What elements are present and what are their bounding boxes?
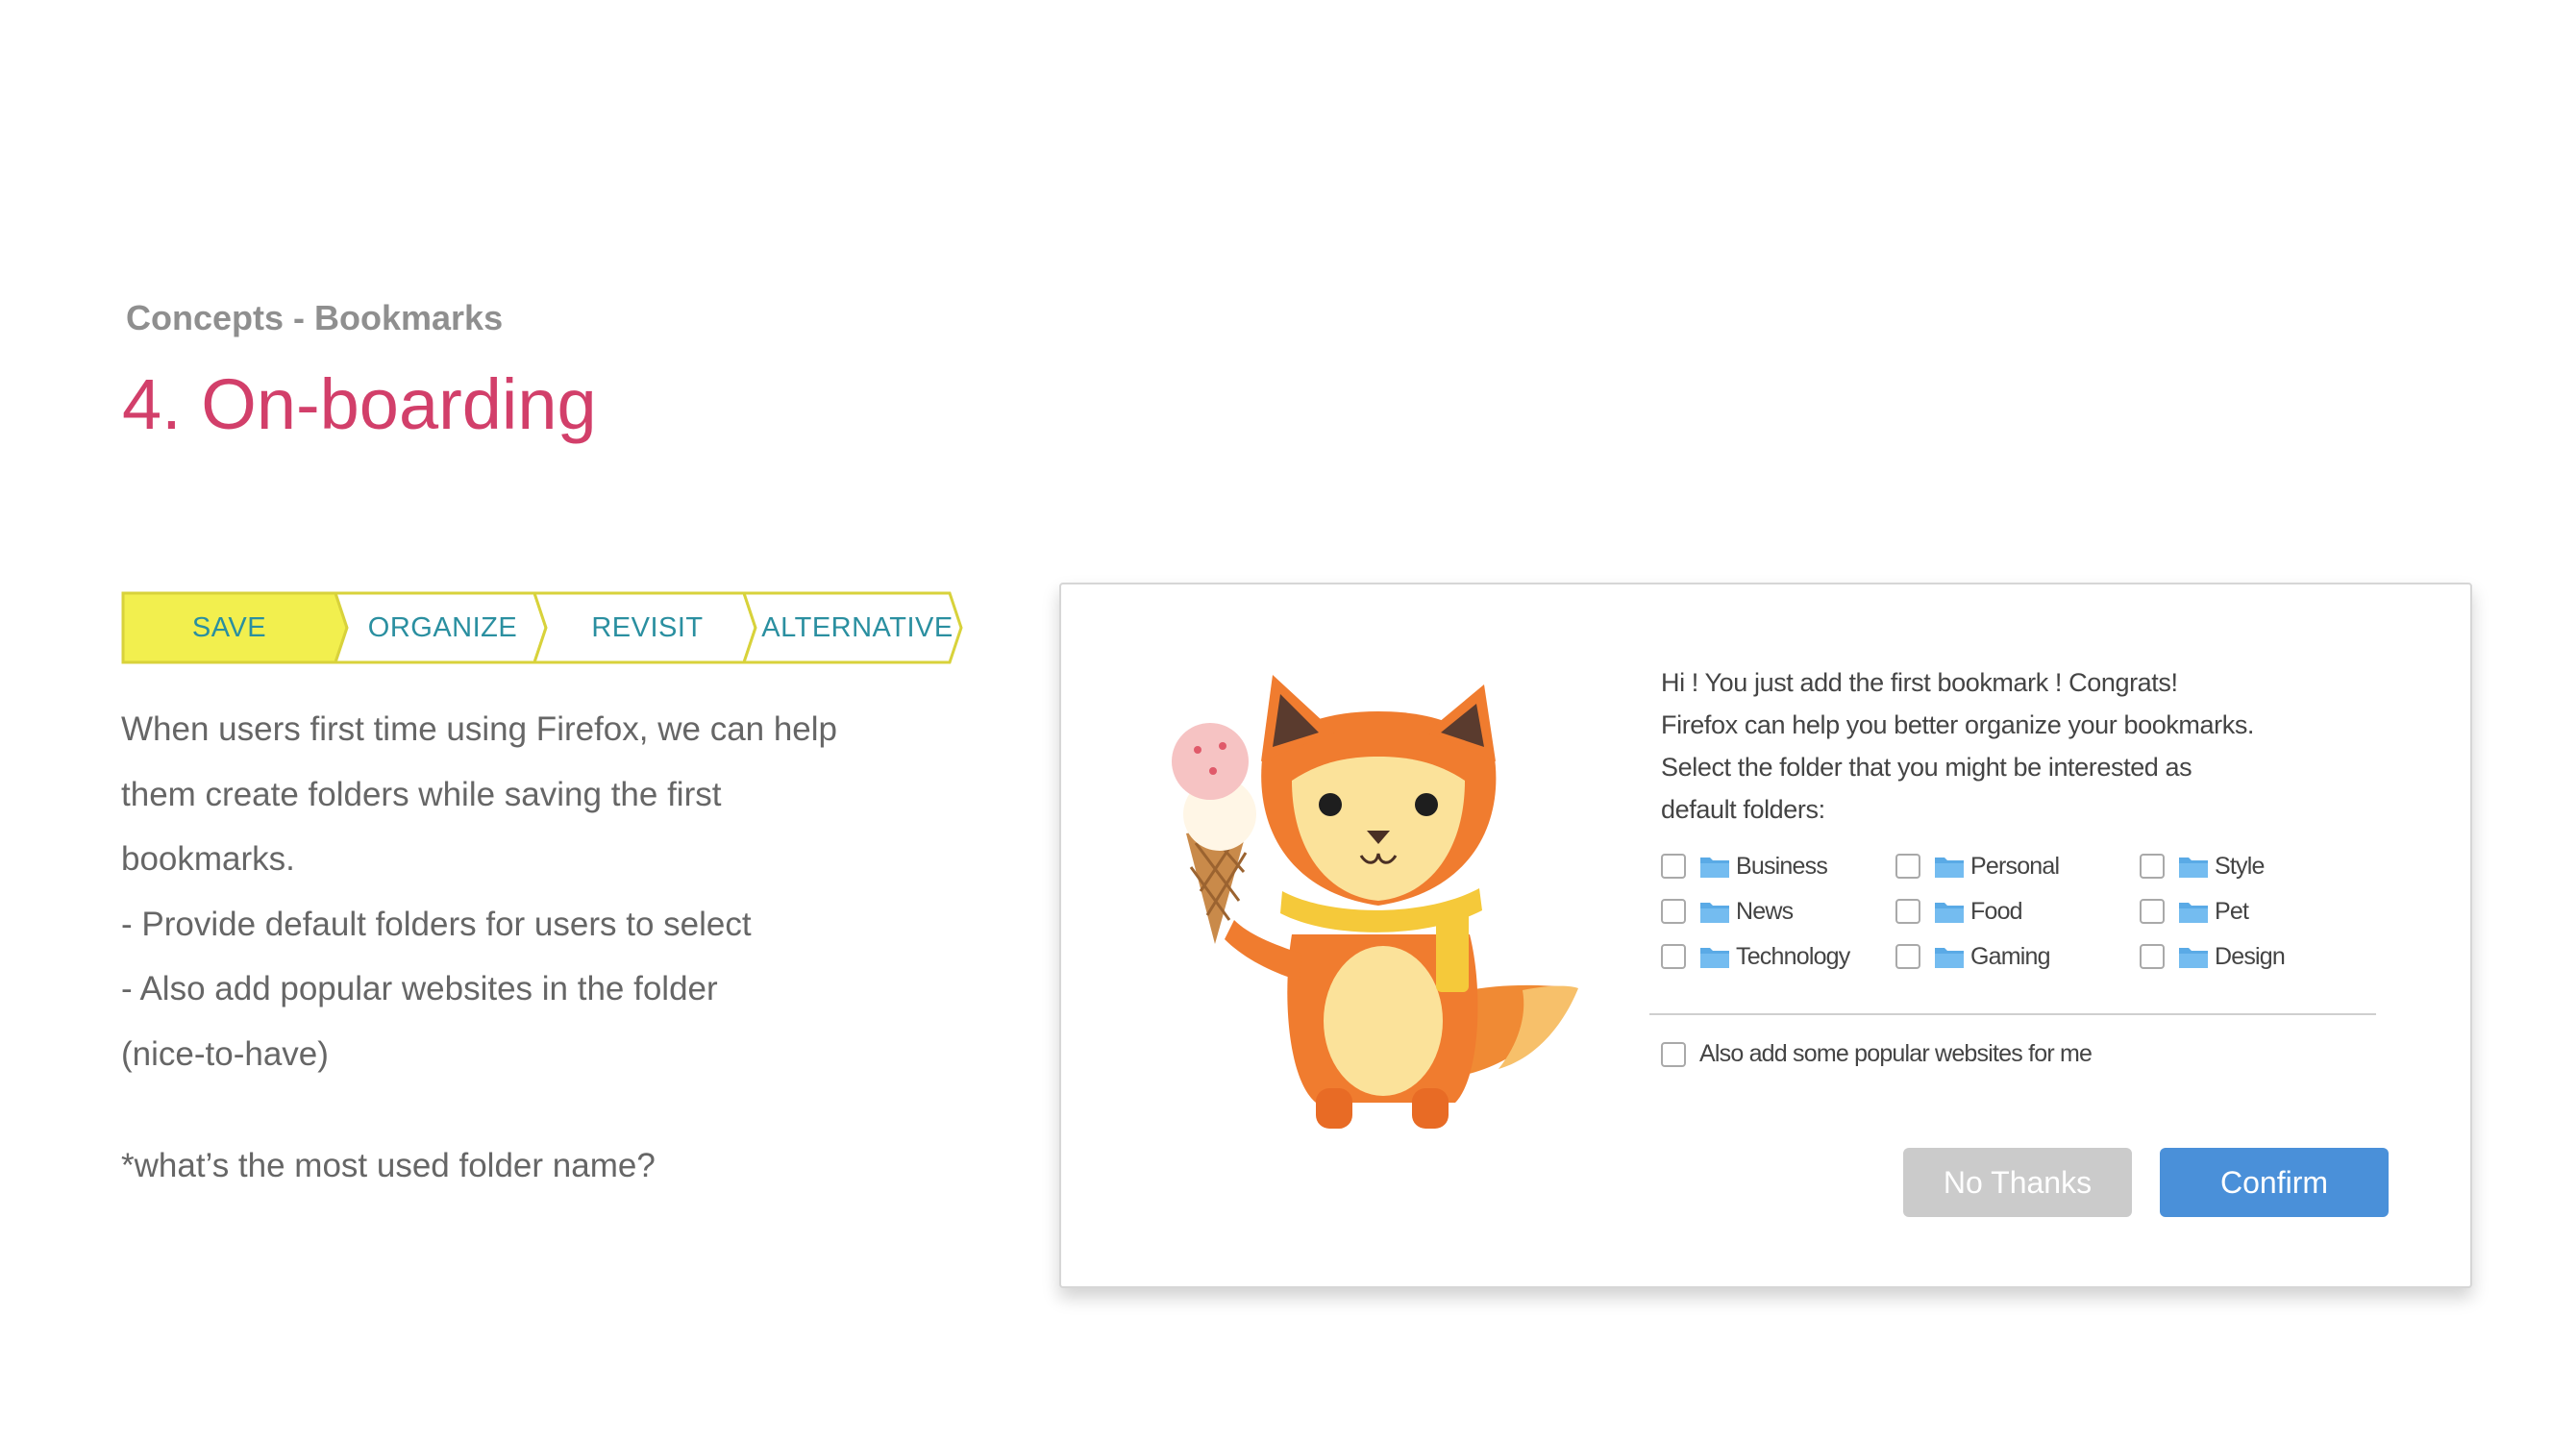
folder-label: News xyxy=(1736,897,1794,925)
fox-belly xyxy=(1324,946,1443,1096)
message-line: Firefox can help you better organize you… xyxy=(1661,710,2255,739)
checkbox[interactable] xyxy=(1661,899,1686,924)
step-save: SAVE xyxy=(191,612,267,643)
folder-icon xyxy=(1700,948,1729,968)
checkbox[interactable] xyxy=(2140,854,2165,879)
sprinkle xyxy=(1219,742,1226,750)
fox-leg-right xyxy=(1412,1088,1449,1129)
folder-icon xyxy=(1935,903,1964,923)
folder-label: Business xyxy=(1736,852,1828,880)
folder-icon xyxy=(1700,903,1729,923)
checkbox[interactable] xyxy=(2140,944,2165,969)
folder-option-pet[interactable]: Pet xyxy=(2140,893,2249,930)
description-line: (nice-to-have) xyxy=(121,1034,329,1073)
ice-cream-strawberry xyxy=(1172,723,1249,800)
description-line: bookmarks. xyxy=(121,840,295,878)
dialog-divider xyxy=(1649,1013,2376,1015)
popular-websites-label: Also add some popular websites for me xyxy=(1699,1040,2093,1067)
step-progress: SAVE ORGANIZE REVISIT ALTERNATIVE xyxy=(121,591,967,664)
folder-option-style[interactable]: Style xyxy=(2140,848,2265,884)
step-organize: ORGANIZE xyxy=(367,612,518,643)
checkbox[interactable] xyxy=(1661,854,1686,879)
step-revisit: REVISIT xyxy=(591,612,704,643)
fox-eye-right xyxy=(1415,793,1438,816)
folder-icon xyxy=(1935,858,1964,878)
folder-options: Business Personal Style News Food Pet Te… xyxy=(1661,848,2391,982)
question-note: *what’s the most used folder name? xyxy=(121,1147,656,1184)
folder-icon xyxy=(1935,948,1964,968)
dialog-message: Hi ! You just add the first bookmark ! C… xyxy=(1661,661,2353,831)
popular-websites-option[interactable]: Also add some popular websites for me xyxy=(1661,1040,2093,1068)
folder-option-food[interactable]: Food xyxy=(1895,893,2023,930)
folder-label: Technology xyxy=(1736,942,1850,970)
folder-option-design[interactable]: Design xyxy=(2140,938,2286,975)
folder-option-gaming[interactable]: Gaming xyxy=(1895,938,2051,975)
fox-leg-left xyxy=(1316,1088,1352,1129)
description-line: - Provide default folders for users to s… xyxy=(121,905,752,943)
folder-label: Gaming xyxy=(1970,942,2051,970)
folder-icon xyxy=(2179,903,2208,923)
sprinkle xyxy=(1194,746,1201,754)
step-alternative: ALTERNATIVE xyxy=(761,612,954,643)
onboarding-dialog: Hi ! You just add the first bookmark ! C… xyxy=(1059,583,2472,1288)
message-line: Select the folder that you might be inte… xyxy=(1661,753,2192,782)
folder-icon xyxy=(2179,858,2208,878)
message-line: default folders: xyxy=(1661,795,1825,824)
description-line: When users first time using Firefox, we … xyxy=(121,710,838,748)
fox-scarf-tail xyxy=(1436,906,1469,992)
checkbox[interactable] xyxy=(1661,944,1686,969)
fox-eye-left xyxy=(1319,793,1342,816)
popular-websites-checkbox[interactable] xyxy=(1661,1041,1686,1067)
message-line: Hi ! You just add the first bookmark ! C… xyxy=(1661,668,2178,697)
concept-description: When users first time using Firefox, we … xyxy=(121,697,986,1086)
no-thanks-button[interactable]: No Thanks xyxy=(1903,1148,2132,1217)
folder-label: Food xyxy=(1970,897,2023,925)
folder-option-personal[interactable]: Personal xyxy=(1895,848,2060,884)
checkbox[interactable] xyxy=(1895,899,1920,924)
description-line: them create folders while saving the fir… xyxy=(121,775,722,813)
checkbox[interactable] xyxy=(2140,899,2165,924)
confirm-button[interactable]: Confirm xyxy=(2160,1148,2389,1217)
checkbox[interactable] xyxy=(1895,854,1920,879)
folder-label: Personal xyxy=(1970,852,2060,880)
page-title: 4. On-boarding xyxy=(122,364,597,444)
section-kicker: Concepts - Bookmarks xyxy=(126,298,504,337)
folder-label: Style xyxy=(2215,852,2265,880)
folder-label: Pet xyxy=(2215,897,2249,925)
folder-icon xyxy=(1700,858,1729,878)
folder-option-news[interactable]: News xyxy=(1661,893,1794,930)
sprinkle xyxy=(1209,767,1217,775)
fox-arm xyxy=(1225,920,1301,981)
folder-label: Design xyxy=(2215,942,2286,970)
description-line: - Also add popular websites in the folde… xyxy=(121,970,718,1007)
fox-mascot-illustration xyxy=(1172,675,1578,1129)
folder-option-technology[interactable]: Technology xyxy=(1661,938,1850,975)
checkbox[interactable] xyxy=(1895,944,1920,969)
folder-option-business[interactable]: Business xyxy=(1661,848,1828,884)
folder-icon xyxy=(2179,948,2208,968)
